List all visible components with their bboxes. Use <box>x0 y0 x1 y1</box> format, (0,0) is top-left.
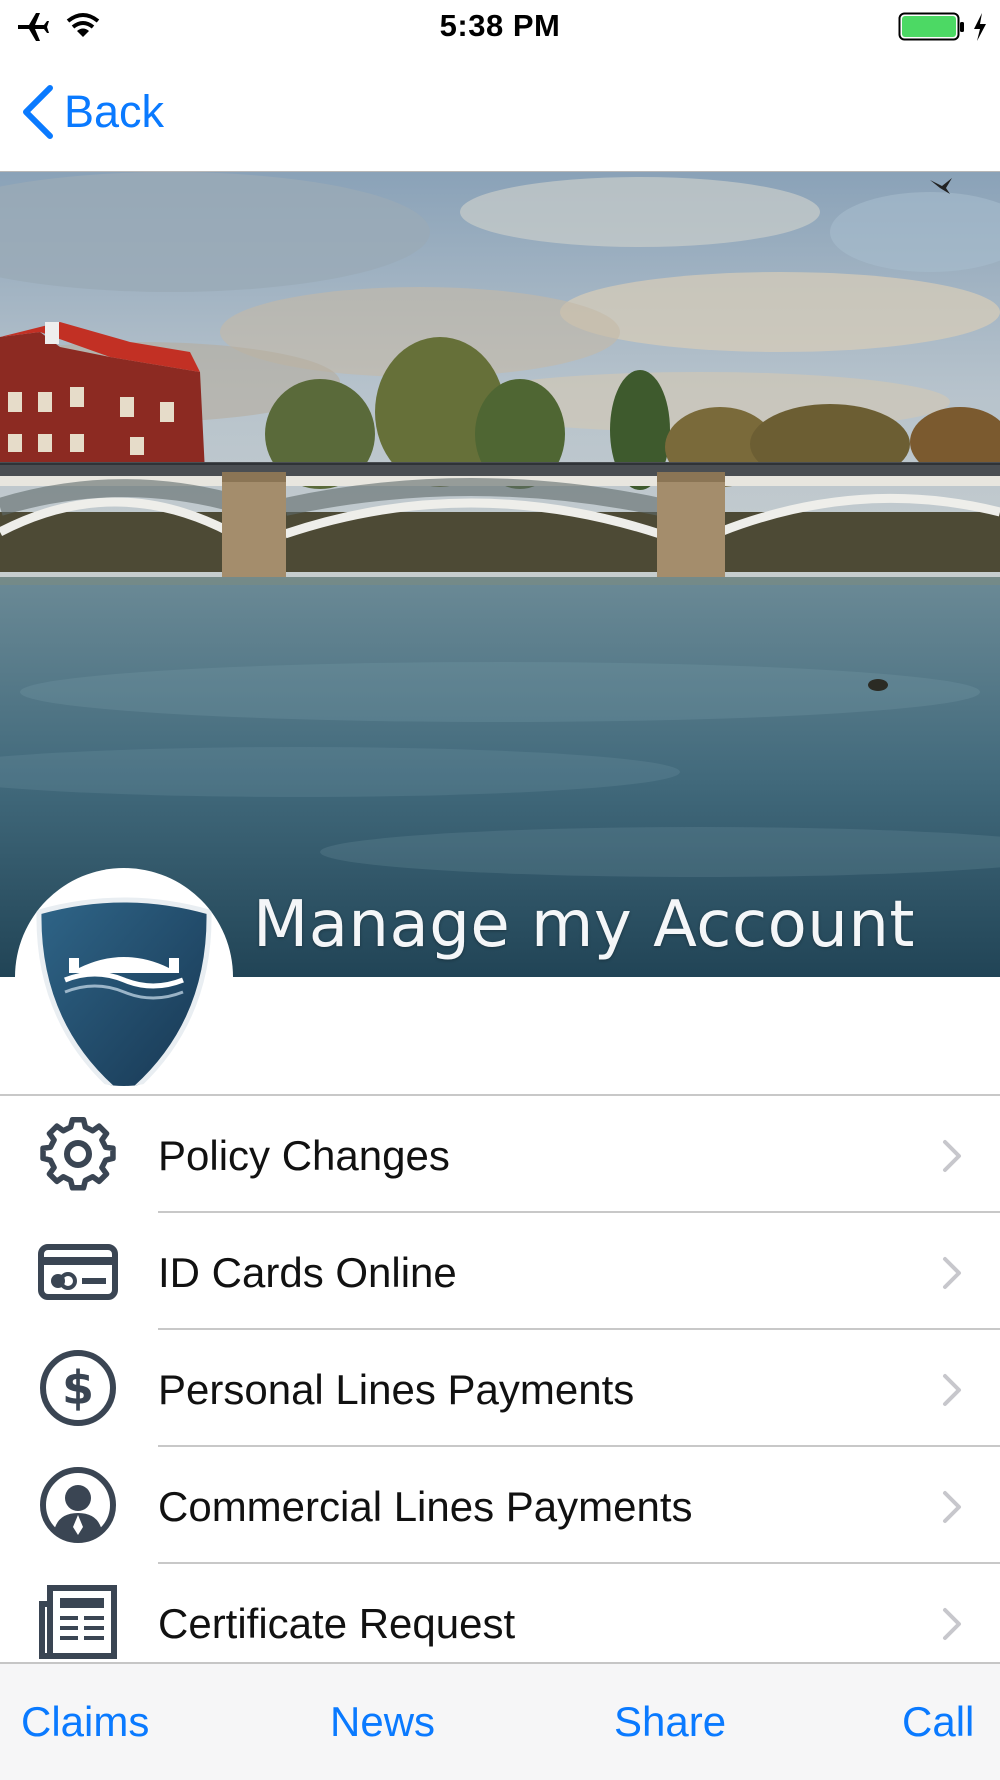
list-item-label: Certificate Request <box>158 1600 516 1647</box>
svg-text:$: $ <box>62 1361 94 1415</box>
tab-share[interactable]: Share <box>614 1698 726 1746</box>
company-logo <box>15 868 233 1086</box>
tab-bar: Claims News Share Call <box>0 1662 1000 1780</box>
charging-bolt-icon <box>974 13 986 41</box>
chevron-left-icon <box>23 85 53 139</box>
chevron-right-icon <box>943 1374 961 1406</box>
document-icon <box>39 1585 117 1659</box>
list-item-personal-lines-payments[interactable]: $ Personal Lines Payments <box>0 1330 1000 1447</box>
menu-list: Policy Changes ID Cards Online $ Persona… <box>0 1096 1000 1662</box>
id-card-icon <box>38 1244 118 1300</box>
back-button[interactable]: Back <box>18 82 164 142</box>
status-bar: 5:38 PM <box>0 0 1000 56</box>
list-item-label: Commercial Lines Payments <box>158 1483 693 1530</box>
tab-claims[interactable]: Claims <box>21 1698 149 1746</box>
page-title: Manage my Account <box>252 888 915 962</box>
list-item-label: ID Cards Online <box>158 1249 457 1296</box>
river-bridge-photo <box>0 172 1000 977</box>
person-circle-icon <box>40 1467 116 1543</box>
tab-news[interactable]: News <box>330 1698 435 1746</box>
navigation-bar: Back <box>0 56 1000 172</box>
battery-icon <box>898 12 964 41</box>
list-item-label: Personal Lines Payments <box>158 1366 635 1413</box>
gear-icon <box>40 1116 116 1191</box>
chevron-right-icon <box>943 1608 961 1640</box>
hero-image: Manage my Account <box>0 172 1000 977</box>
back-label: Back <box>64 86 165 137</box>
chevron-right-icon <box>943 1140 961 1172</box>
list-item-certificate-request[interactable]: Certificate Request <box>0 1564 1000 1662</box>
status-time: 5:38 PM <box>439 8 561 43</box>
list-item-id-cards-online[interactable]: ID Cards Online <box>0 1213 1000 1330</box>
bridge-shield-logo <box>36 897 212 1086</box>
tab-call[interactable]: Call <box>902 1698 974 1746</box>
chevron-right-icon <box>943 1491 961 1523</box>
list-item-policy-changes[interactable]: Policy Changes <box>0 1096 1000 1213</box>
list-item-label: Policy Changes <box>158 1132 450 1179</box>
list-item-commercial-lines-payments[interactable]: Commercial Lines Payments <box>0 1447 1000 1564</box>
dollar-circle-icon: $ <box>40 1350 116 1426</box>
chevron-right-icon <box>943 1257 961 1289</box>
